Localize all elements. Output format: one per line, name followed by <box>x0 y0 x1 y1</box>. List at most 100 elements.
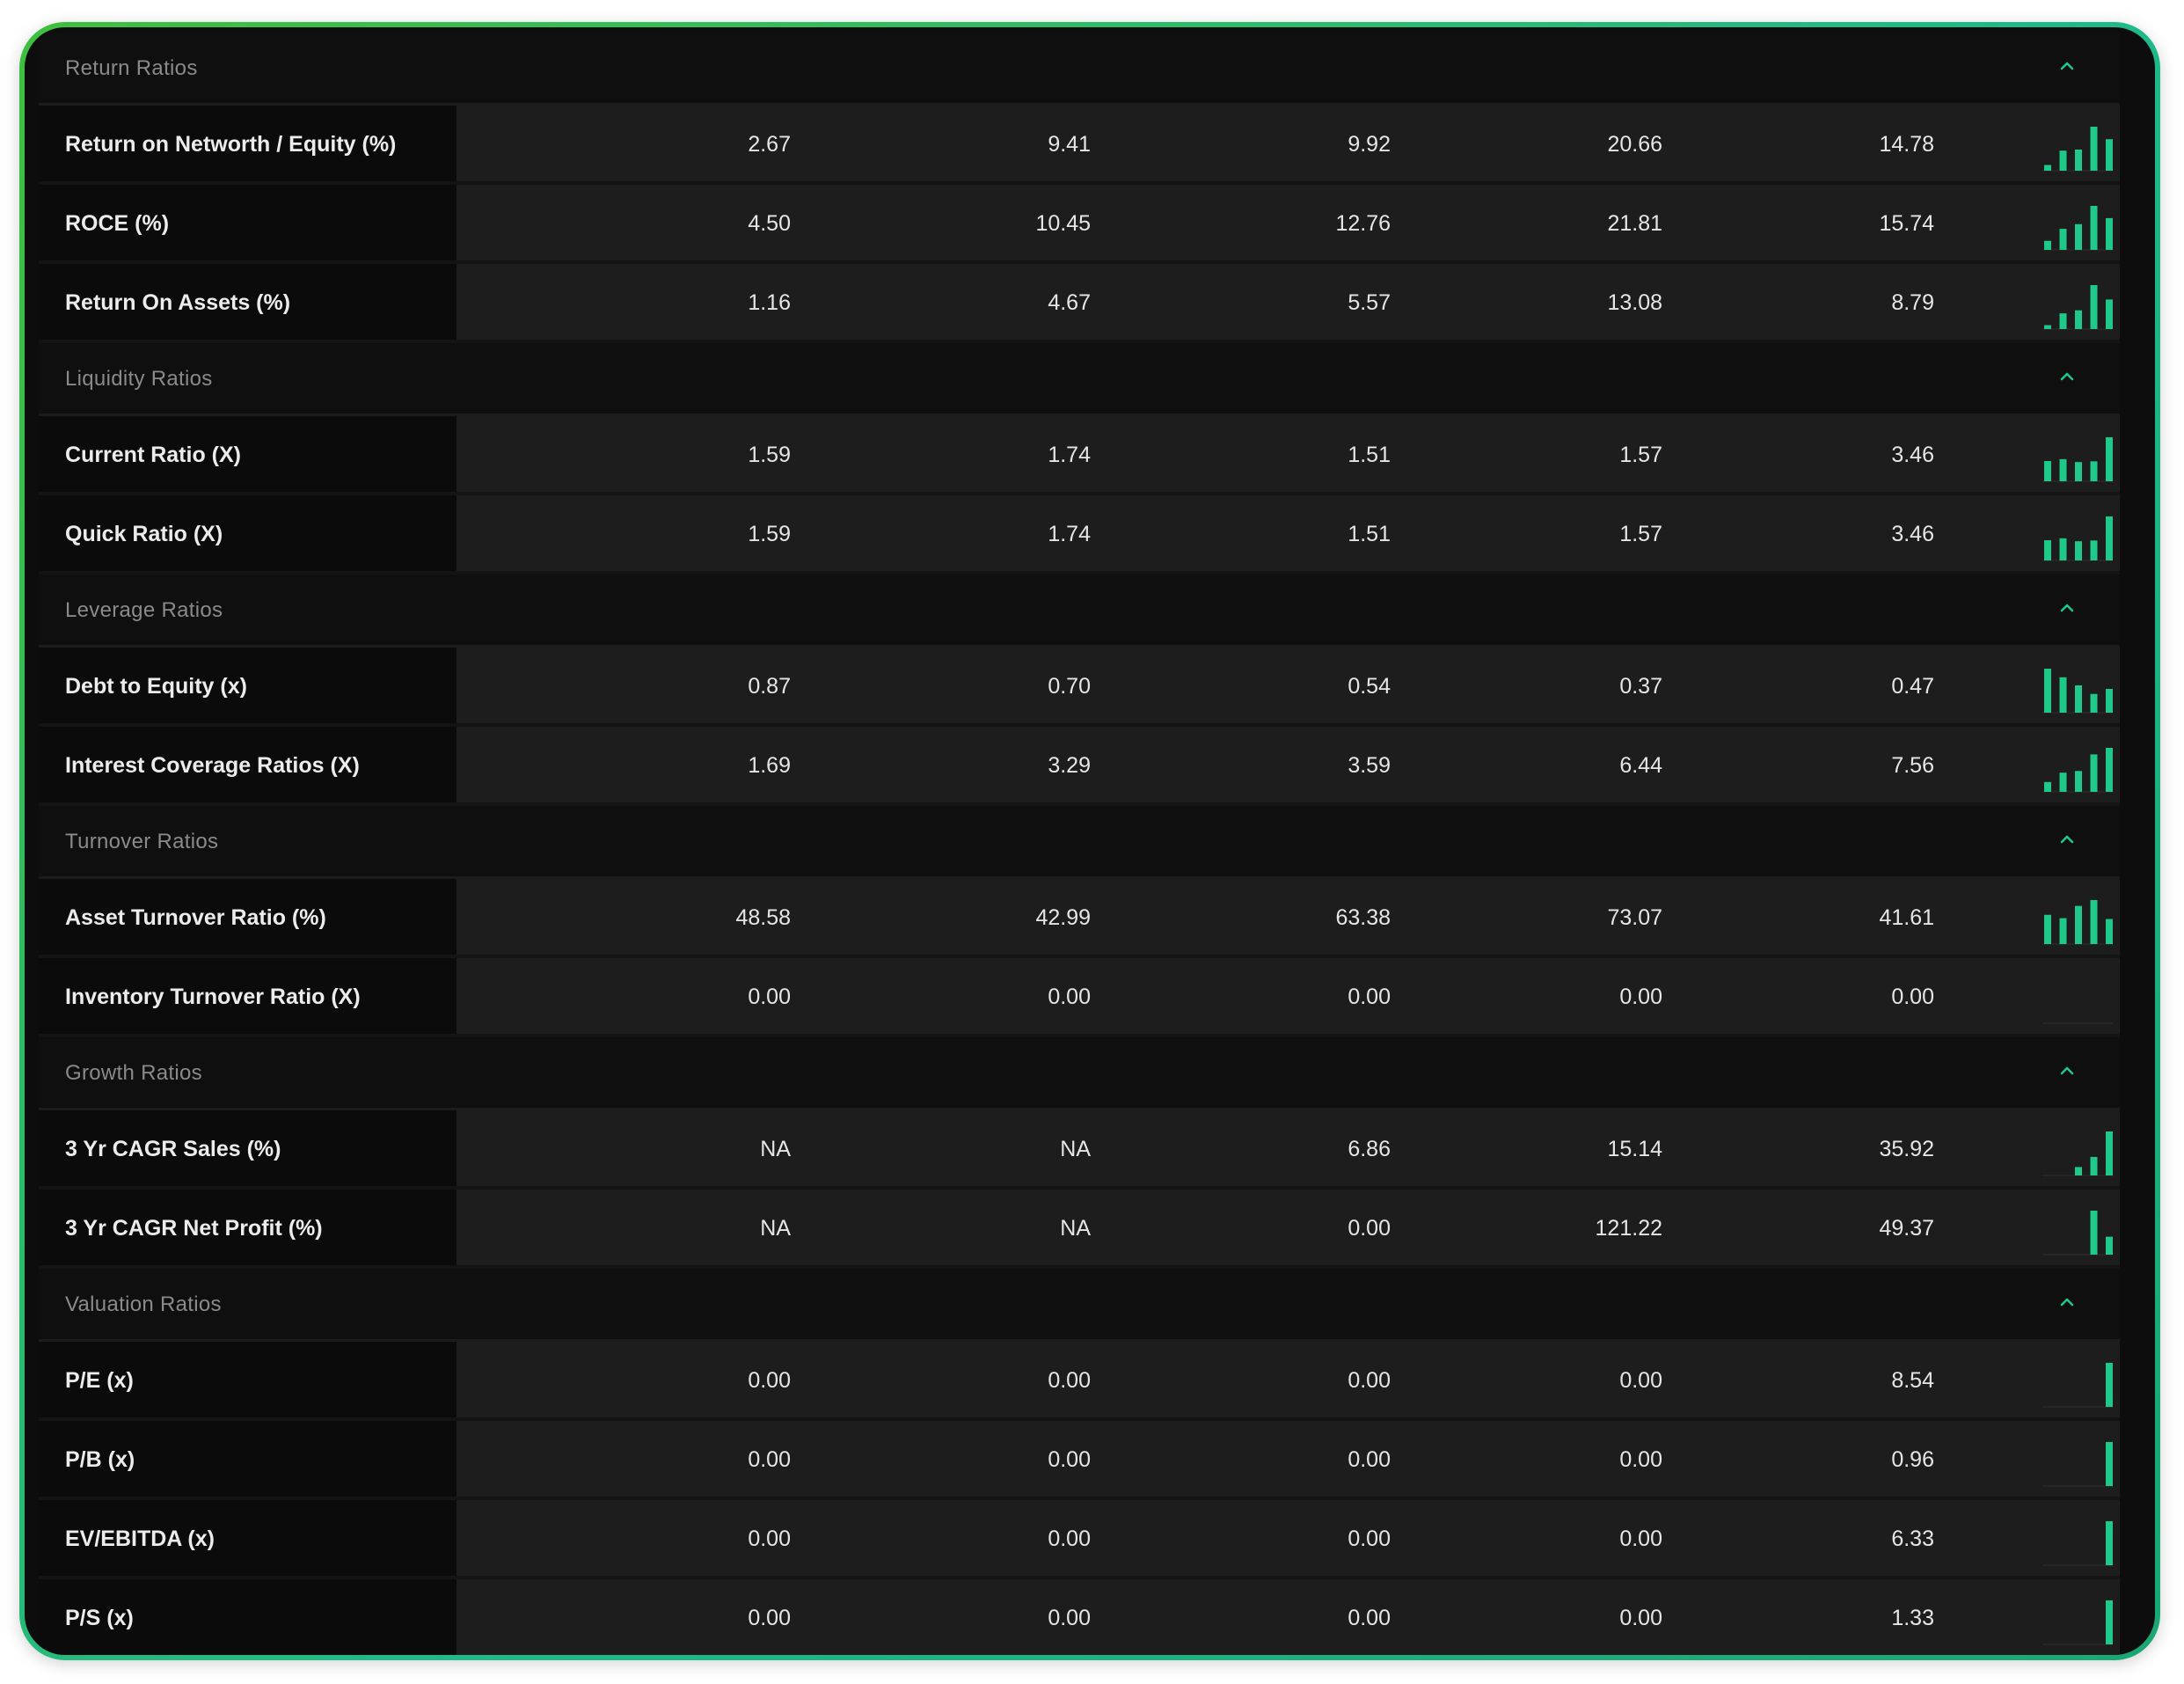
sparkline-bar <box>2075 223 2082 250</box>
row-label: Return on Networth / Equity (%) <box>65 132 397 157</box>
table-row: Return On Assets (%) 1.16 4.67 5.57 13.08 8.7… <box>39 264 2120 343</box>
value-cell: 15.74 <box>1879 211 1934 236</box>
value-cell: 0.00 <box>748 1606 791 1630</box>
value-cell: 0.47 <box>1891 674 1934 699</box>
trend-sparkline <box>2042 1600 2113 1645</box>
value-cell: 6.86 <box>1348 1137 1391 1161</box>
row-label: EV/EBITDA (x) <box>65 1527 215 1551</box>
value-cell: 0.00 <box>1048 1527 1091 1551</box>
trend-sparkline <box>2042 1521 2113 1566</box>
value-cell: 4.67 <box>1048 290 1091 315</box>
value-cell: 0.37 <box>1619 674 1662 699</box>
row-label: P/S (x) <box>65 1606 134 1630</box>
table-row: Current Ratio (X) 1.59 1.74 1.51 1.57 3.46 <box>39 416 2120 495</box>
value-cell: 9.41 <box>1048 132 1091 157</box>
sparkline-bar <box>2090 693 2098 713</box>
sparkline-bar <box>2090 461 2098 481</box>
table-row: Debt to Equity (x) 0.87 0.70 0.54 0.37 0.47 <box>39 648 2120 727</box>
value-cell: 1.51 <box>1348 443 1391 467</box>
sparkline-bar <box>2059 458 2067 481</box>
section-header-liquidity-ratios[interactable]: Liquidity Ratios <box>39 343 2120 416</box>
value-cell: 41.61 <box>1879 905 1934 930</box>
value-cell: 0.00 <box>1348 1447 1391 1472</box>
sparkline-bar <box>2106 919 2113 944</box>
section-header-valuation-ratios[interactable]: Valuation Ratios <box>39 1269 2120 1342</box>
value-cell: 5.57 <box>1348 290 1391 315</box>
chevron-up-icon[interactable] <box>2055 596 2079 620</box>
value-cell: 1.57 <box>1619 443 1662 467</box>
row-label-cell: P/B (x) <box>39 1421 457 1497</box>
row-label: Interest Coverage Ratios (X) <box>65 753 360 778</box>
row-label: P/B (x) <box>65 1447 135 1472</box>
section-header-return-ratios[interactable]: Return Ratios <box>39 33 2120 106</box>
value-cell: 0.00 <box>1619 1368 1662 1393</box>
sparkline-bar <box>2106 1363 2113 1407</box>
value-cell: 0.00 <box>1048 1447 1091 1472</box>
value-cell: 1.33 <box>1891 1606 1934 1630</box>
value-cell: 13.08 <box>1607 290 1662 315</box>
row-label-cell: ROCE (%) <box>39 185 457 260</box>
table-row: Asset Turnover Ratio (%) 48.58 42.99 63.38 7… <box>39 879 2120 958</box>
sparkline-bar <box>2090 206 2098 250</box>
sparkline-bar <box>2106 217 2113 250</box>
row-label: P/E (x) <box>65 1368 134 1393</box>
row-label-cell: EV/EBITDA (x) <box>39 1500 457 1576</box>
sparkline-bar <box>2075 771 2082 792</box>
ratios-table: Return Ratios Return on Networth / Equity… <box>39 33 2120 1655</box>
value-cell: 0.00 <box>1348 1216 1391 1241</box>
row-label-cell: Quick Ratio (X) <box>39 495 457 571</box>
sparkline-bar <box>2075 149 2082 171</box>
table-row: P/B (x) 0.00 0.00 0.00 0.00 0.96 <box>39 1421 2120 1500</box>
sparkline-bar <box>2075 310 2082 329</box>
value-cell: 6.33 <box>1891 1527 1934 1551</box>
section-header-growth-ratios[interactable]: Growth Ratios <box>39 1037 2120 1110</box>
chevron-up-icon[interactable] <box>2055 827 2079 852</box>
value-cell: 0.00 <box>1348 985 1391 1009</box>
table-row: Inventory Turnover Ratio (X) 0.00 0.00 0.00… <box>39 958 2120 1037</box>
trend-sparkline <box>2042 900 2113 945</box>
table-row: 3 Yr CAGR Sales (%) NA NA 6.86 15.14 35.92 <box>39 1110 2120 1190</box>
sparkline-bar <box>2075 905 2082 944</box>
value-cell: 3.46 <box>1891 522 1934 546</box>
value-cell: NA <box>760 1216 791 1241</box>
row-label: Debt to Equity (x) <box>65 674 247 699</box>
sparkline-bar <box>2090 540 2098 560</box>
chevron-up-icon[interactable] <box>2055 54 2079 78</box>
section-title: Growth Ratios <box>65 1061 202 1085</box>
sparkline-bar <box>2090 1156 2098 1175</box>
trend-sparkline <box>2042 285 2113 330</box>
value-cell: 1.59 <box>748 522 791 546</box>
value-cell: 0.70 <box>1048 674 1091 699</box>
sparkline-bar <box>2106 1236 2113 1255</box>
sparkline-bar <box>2044 461 2051 481</box>
sparkline-bar <box>2106 748 2113 792</box>
value-cell: 9.92 <box>1348 132 1391 157</box>
trend-sparkline <box>2042 1363 2113 1408</box>
section-header-turnover-ratios[interactable]: Turnover Ratios <box>39 806 2120 879</box>
value-cell: 0.00 <box>748 1447 791 1472</box>
value-cell: 2.67 <box>748 132 791 157</box>
sparkline-bar <box>2059 918 2067 944</box>
sparkline-bar <box>2044 325 2051 329</box>
sparkline-bar <box>2044 540 2051 560</box>
value-cell: 3.46 <box>1891 443 1934 467</box>
value-cell: 0.00 <box>1619 1527 1662 1551</box>
value-cell: NA <box>760 1137 791 1161</box>
section-header-leverage-ratios[interactable]: Leverage Ratios <box>39 575 2120 648</box>
trend-sparkline <box>2042 206 2113 251</box>
section-title: Leverage Ratios <box>65 598 223 622</box>
row-label-cell: Inventory Turnover Ratio (X) <box>39 958 457 1034</box>
value-cell: 42.99 <box>1035 905 1091 930</box>
row-label-cell: Interest Coverage Ratios (X) <box>39 727 457 802</box>
sparkline-bar <box>2059 772 2067 792</box>
table-row: P/E (x) 0.00 0.00 0.00 0.00 8.54 <box>39 1342 2120 1421</box>
card-frame: Return Ratios Return on Networth / Equity… <box>19 22 2160 1660</box>
chevron-up-icon[interactable] <box>2055 1058 2079 1083</box>
sparkline-bar <box>2059 229 2067 250</box>
value-cell: 0.00 <box>748 1368 791 1393</box>
chevron-up-icon[interactable] <box>2055 1290 2079 1314</box>
value-cell: 0.00 <box>1619 1606 1662 1630</box>
trend-sparkline <box>2042 1131 2113 1176</box>
row-label-cell: Return On Assets (%) <box>39 264 457 340</box>
chevron-up-icon[interactable] <box>2055 364 2079 389</box>
